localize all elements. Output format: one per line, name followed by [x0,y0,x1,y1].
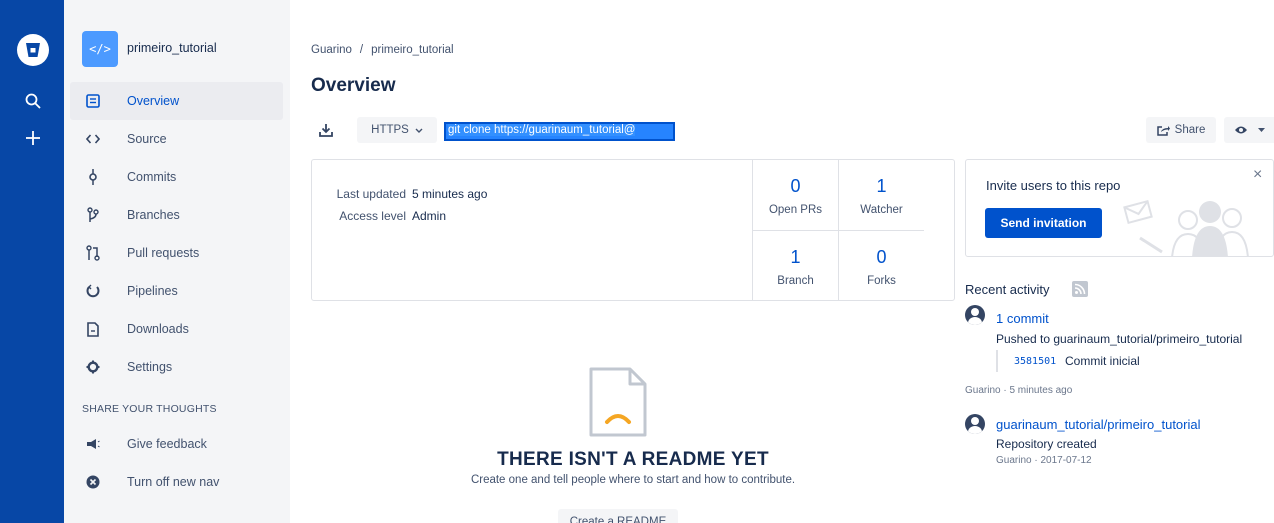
sidebar-item-branches[interactable]: Branches [70,196,283,234]
global-nav [0,0,64,523]
pipelines-icon [84,282,102,300]
sidebar-item-pull-requests[interactable]: Pull requests [70,234,283,272]
branch-icon [84,206,102,224]
breadcrumb-separator: / [359,44,364,56]
watch-button[interactable] [1224,117,1274,143]
readme-empty-subtitle: Create one and tell people where to star… [470,474,796,486]
sidebar-item-label: Give feedback [127,437,207,451]
readme-empty-title: THERE ISN'T A README YET [497,449,769,470]
stat-branches[interactable]: 1 Branch [752,230,838,301]
repo-info-card: Last updated 5 minutes ago Access level … [311,159,955,301]
page-title: Overview [311,75,396,96]
last-updated-value: 5 minutes ago [412,187,488,201]
commit-hash-link[interactable]: 3581501 [1014,356,1056,367]
close-icon[interactable]: × [1253,166,1262,184]
stat-label: Branch [777,275,814,287]
sidebar-item-settings[interactable]: Settings [70,348,283,386]
commit-icon [84,168,102,186]
access-level-label: Access level [339,209,406,223]
download-icon [319,124,333,137]
activity-meta: Guarino · 5 minutes ago [965,385,1073,396]
invite-title: Invite users to this repo [986,178,1121,193]
activity-meta: Guarino · 2017-07-12 [996,455,1092,466]
activity-commit-link[interactable]: 1 commit [996,311,1049,326]
stat-forks[interactable]: 0 Forks [838,230,924,301]
overview-icon [84,92,102,110]
send-invitation-button[interactable]: Send invitation [985,208,1102,238]
sidebar-item-label: Turn off new nav [127,475,220,489]
sidebar-item-commits[interactable]: Commits [70,158,283,196]
sidebar-item-label: Commits [127,170,177,184]
sidebar-item-label: Source [127,132,167,146]
stat-value: 1 [790,247,801,267]
stat-value: 1 [876,176,887,196]
stat-label: Forks [867,275,896,287]
stat-value: 0 [876,247,887,267]
downloads-icon [84,320,102,338]
commit-message: Commit inicial [1065,354,1140,368]
sidebar-item-label: Branches [127,208,180,222]
create-readme-button[interactable]: Create a README [558,509,678,523]
project-sidebar: </> primeiro_tutorial Overview Source Co… [64,0,290,523]
repo-name[interactable]: primeiro_tutorial [127,41,217,55]
stat-label: Watcher [860,204,903,216]
eye-icon [1235,126,1247,134]
sidebar-item-pipelines[interactable]: Pipelines [70,272,283,310]
close-circle-icon [84,473,102,491]
stat-value: 0 [790,176,801,196]
breadcrumb-owner[interactable]: Guarino [311,44,352,56]
avatar[interactable] [965,305,985,325]
activity-repo-link[interactable]: guarinaum_tutorial/primeiro_tutorial [996,417,1201,432]
megaphone-icon [84,435,102,453]
sidebar-item-label: Pull requests [127,246,200,260]
breadcrumb: Guarino / primeiro_tutorial [311,44,454,56]
invite-people-illustration-icon [1123,199,1249,256]
gear-icon [84,358,102,376]
caret-down-icon [1258,127,1265,132]
turn-off-new-nav-link[interactable]: Turn off new nav [70,463,283,501]
pull-request-icon [84,244,102,262]
search-icon[interactable] [22,90,44,112]
repo-avatar[interactable]: </> [82,31,118,67]
activity-description: Repository created [996,437,1097,451]
stat-open-prs[interactable]: 0 Open PRs [752,160,838,231]
create-plus-icon[interactable] [22,127,44,149]
clone-command-input[interactable]: git clone https://guarinaum_tutorial@ [444,122,675,141]
clone-protocol-select[interactable]: HTTPS [357,117,437,143]
commit-divider [996,350,998,372]
recent-activity-title: Recent activity [965,282,1050,297]
share-button[interactable]: Share [1146,117,1216,143]
chevron-down-icon [415,128,423,133]
sidebar-section-title: SHARE YOUR THOUGHTS [82,403,217,415]
stat-label: Open PRs [768,204,823,216]
activity-description: Pushed to guarinaum_tutorial/primeiro_tu… [996,332,1243,346]
sidebar-item-source[interactable]: Source [70,120,283,158]
sidebar-item-overview[interactable]: Overview [70,82,283,120]
sidebar-item-downloads[interactable]: Downloads [70,310,283,348]
clone-command-text: git clone https://guarinaum_tutorial@ [448,124,636,136]
rss-feed-icon[interactable] [1072,281,1088,297]
access-level-value: Admin [412,209,447,223]
sidebar-item-label: Pipelines [127,284,178,298]
readme-file-icon [589,367,647,437]
sidebar-item-label: Overview [127,94,180,108]
give-feedback-link[interactable]: Give feedback [70,425,283,463]
sidebar-item-label: Downloads [127,322,189,336]
clone-protocol-label: HTTPS [371,124,409,136]
share-icon [1156,126,1170,136]
avatar[interactable] [965,414,985,434]
share-label: Share [1174,124,1206,136]
code-icon [84,130,102,148]
bitbucket-logo-icon[interactable] [17,34,49,66]
download-button[interactable] [311,117,341,143]
breadcrumb-repo[interactable]: primeiro_tutorial [371,44,453,56]
last-updated-label: Last updated [336,187,406,201]
invite-card: Invite users to this repo × Send invitat… [965,159,1274,257]
sidebar-item-label: Settings [127,360,173,374]
stat-watchers[interactable]: 1 Watcher [838,160,924,231]
